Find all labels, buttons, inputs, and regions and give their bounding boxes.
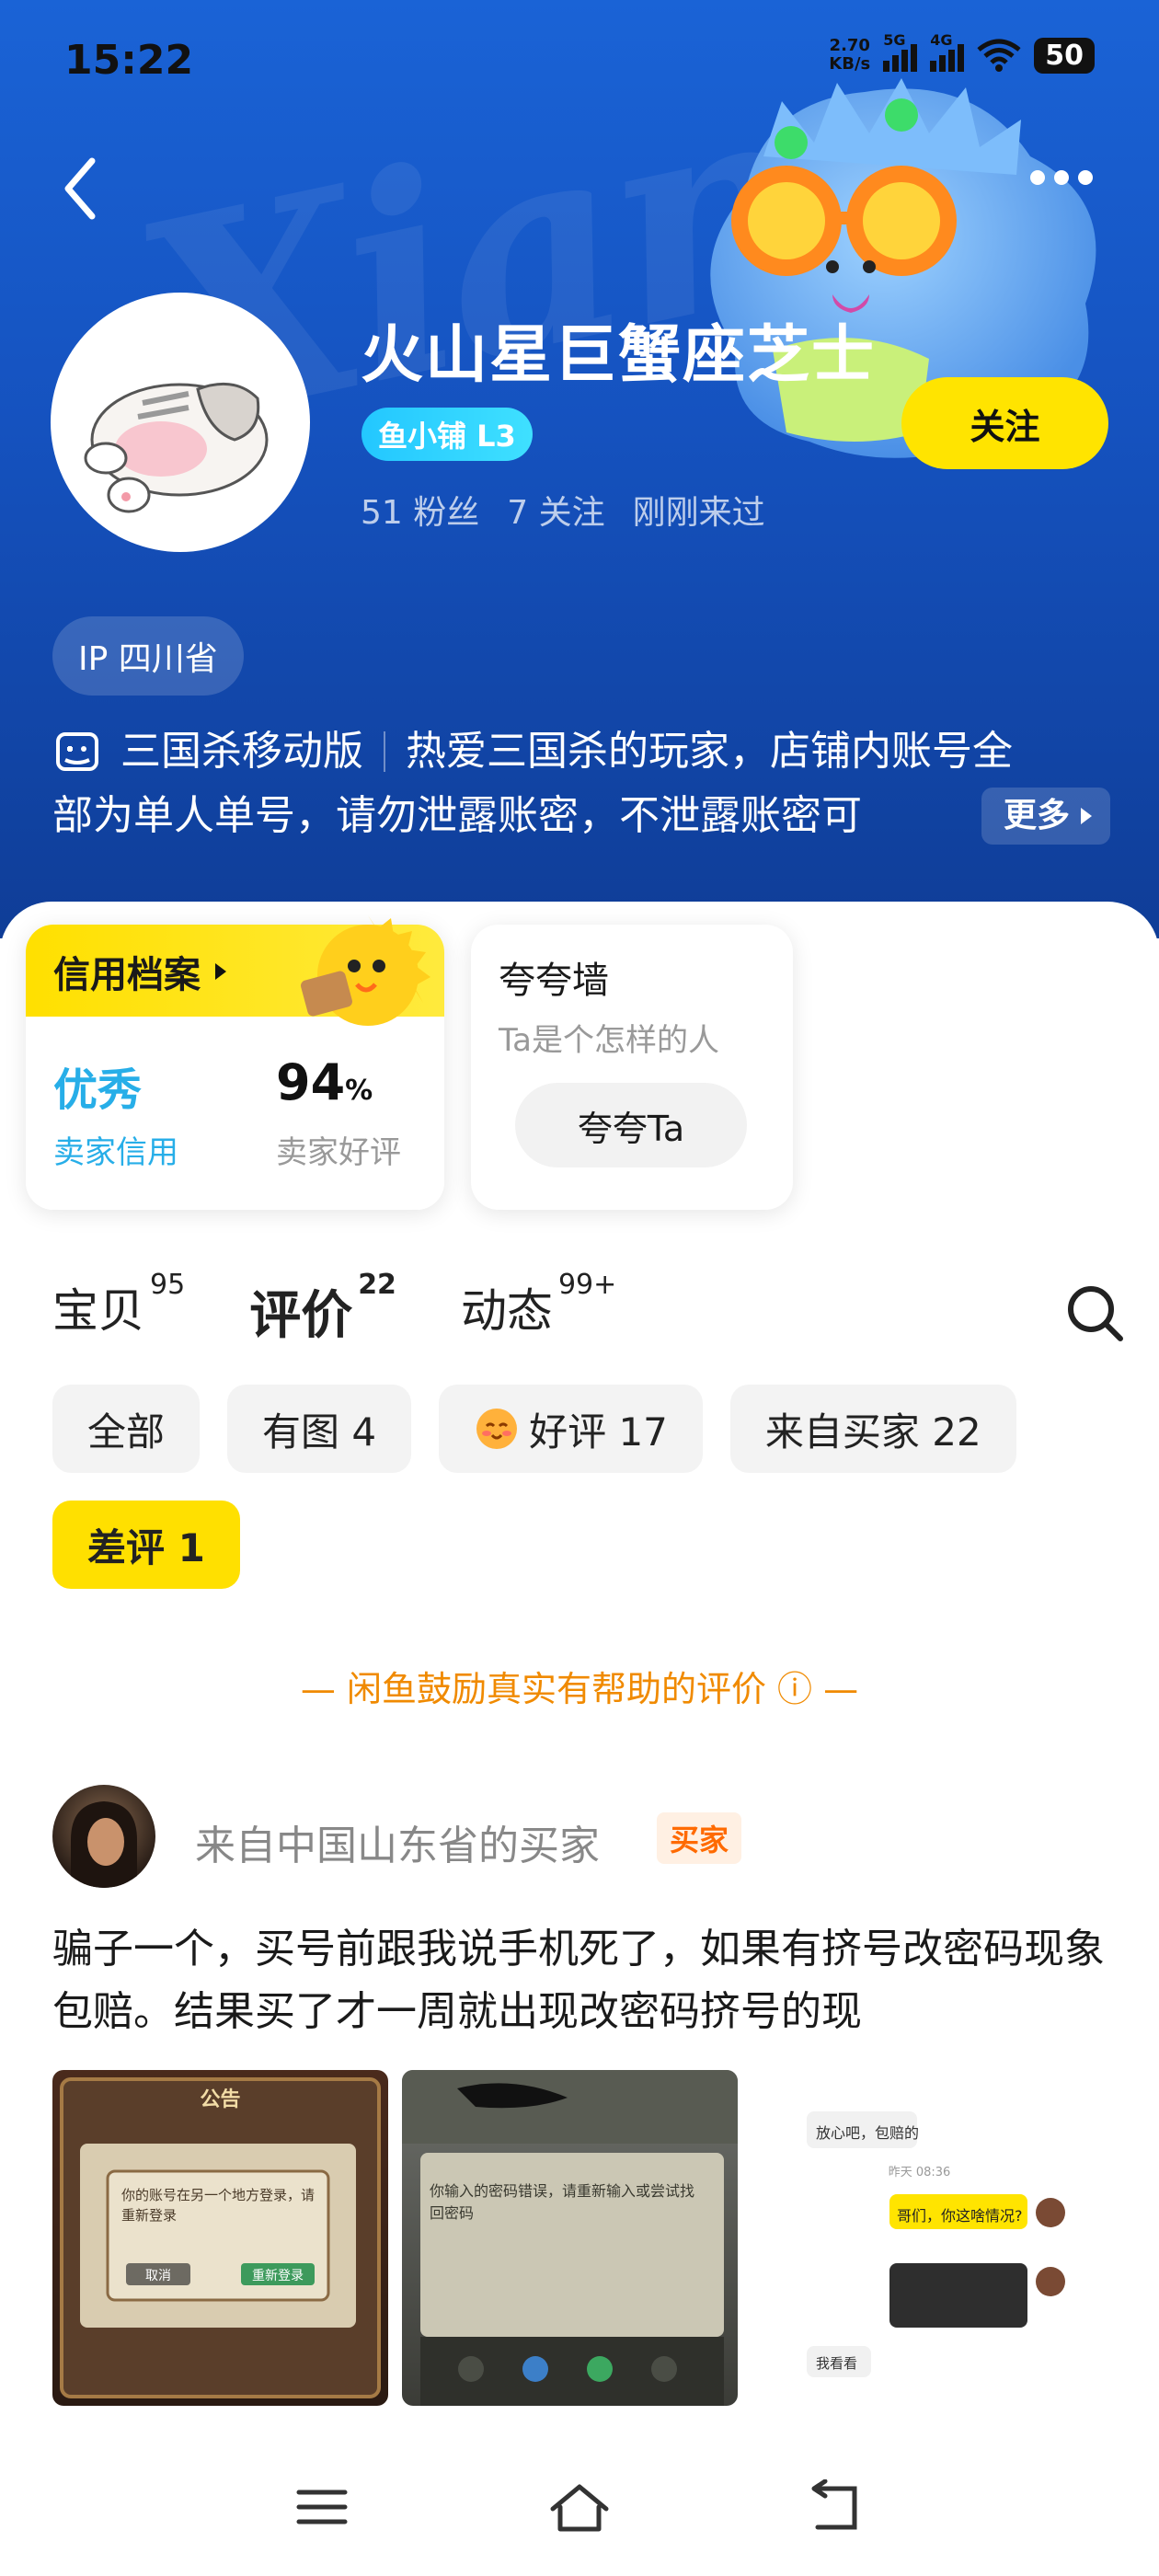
net-speed: 2.70 KB/s — [829, 36, 871, 74]
photo-2-message: 你输入的密码错误，请重新输入或尝试找回密码 — [430, 2182, 695, 2222]
triangle-right-icon — [1081, 808, 1092, 824]
ip-location-chip: IP 四川省 — [52, 616, 244, 696]
status-icons: 2.70 KB/s 5G 4G 50 — [829, 31, 1095, 74]
seller-credit-label: 卖家信用 — [53, 1134, 178, 1171]
last-seen: 刚刚来过 — [632, 494, 765, 532]
praise-title: 夸夸墙 — [499, 960, 609, 1002]
wifi-icon — [977, 39, 1021, 72]
reviewer-avatar[interactable] — [52, 1785, 155, 1888]
profile-tabs: 宝贝 95 评价 22 动态 99+ — [52, 1269, 616, 1349]
status-time: 15:22 — [64, 37, 194, 84]
triangle-right-icon — [215, 963, 226, 980]
battery-indicator: 50 — [1034, 37, 1095, 74]
photo-1-title: 公告 — [200, 2088, 241, 2111]
filter-positive[interactable]: 好评 17 — [439, 1385, 703, 1473]
seller-credit-rating: 优秀 — [53, 1064, 143, 1116]
filter-with-photos[interactable]: 有图 4 — [227, 1385, 412, 1473]
filter-from-buyers[interactable]: 来自买家 22 — [729, 1385, 1016, 1473]
photo-1-message: 你的账号在另一个地方登录，请重新登录 — [121, 2187, 316, 2224]
desc-more-button[interactable]: 更多 — [981, 788, 1110, 845]
cat-avatar-icon — [84, 382, 269, 513]
following-count[interactable]: 7 关注 — [507, 486, 604, 534]
search-icon[interactable] — [1065, 1283, 1124, 1342]
review-notice[interactable]: — 闲鱼鼓励真实有帮助的评价 ⓘ — — [0, 1661, 1159, 1711]
follow-button[interactable]: 关注 — [901, 377, 1108, 469]
buyer-tag: 买家 — [657, 1812, 742, 1864]
desc-category: 三国杀移动版 — [120, 728, 363, 775]
praise-wall-card[interactable]: 夸夸墙 Ta是个怎样的人 夸夸Ta — [471, 925, 793, 1210]
smile-emoji-icon — [476, 1409, 518, 1449]
desc-line-2: 部为单人单号，请勿泄露账密，不泄露账密可 — [52, 792, 862, 839]
home-icon[interactable] — [547, 2479, 612, 2535]
system-nav-bar — [0, 2429, 1159, 2576]
praise-button[interactable]: 夸夸Ta — [515, 1083, 747, 1167]
shop-level-badge[interactable]: 鱼小铺 L3 — [361, 408, 533, 461]
review-filters: 全部 有图 4 好评 17 来自买家 22 差评 1 — [52, 1385, 1110, 1589]
photo-1-confirm: 重新登录 — [252, 2269, 304, 2283]
shop-avatar[interactable] — [51, 293, 310, 552]
signal-4g-icon: 4G — [930, 31, 965, 72]
credit-title: 信用档案 — [53, 945, 228, 998]
chat-message-2: 哥们，你这啥情况? — [897, 2207, 1023, 2225]
chat-message-1: 放心吧，包赔的 — [816, 2124, 920, 2142]
seller-good-rate: 94% — [276, 1053, 373, 1111]
desc-separator — [384, 731, 385, 772]
status-bar: 15:22 2.70 KB/s 5G 4G 50 — [0, 0, 1159, 120]
chat-timestamp: 昨天 08:36 — [888, 2166, 951, 2179]
signal-5g-icon: 5G — [883, 31, 918, 72]
tab-items[interactable]: 宝贝 95 — [52, 1269, 185, 1340]
desc-line-1: 热爱三国杀的玩家，店铺内账号全 — [406, 728, 1013, 775]
review-photos: 公告 你的账号在另一个地方登录，请重新登录 取消 重新登录 你输入的密码错误，请… — [52, 2070, 1159, 2406]
tab-activity[interactable]: 动态 99+ — [461, 1269, 616, 1340]
chat-message-3: 我看看 — [816, 2355, 858, 2372]
shop-description[interactable]: 三国杀移动版 热爱三国杀的玩家，店铺内账号全 部为单人单号，请勿泄露账密，不泄露… — [52, 719, 1110, 848]
shop-stats: 51 粉丝 7 关注 刚刚来过 — [361, 486, 765, 534]
shop-name: 火山星巨蟹座芝士 — [361, 319, 877, 392]
more-options-icon[interactable] — [1030, 170, 1093, 185]
game-controller-icon — [56, 732, 98, 771]
back-nav-icon[interactable] — [805, 2479, 869, 2535]
photo-1-cancel: 取消 — [145, 2269, 171, 2283]
praise-subtitle: Ta是个怎样的人 — [499, 1022, 719, 1059]
fans-count[interactable]: 51 粉丝 — [361, 486, 479, 534]
seller-good-rate-label: 卖家好评 — [276, 1134, 401, 1171]
review-photo-3[interactable]: 放心吧，包赔的 昨天 08:36 哥们，你这啥情况? 我看看 — [752, 2070, 1087, 2406]
review-photo-1[interactable]: 公告 你的账号在另一个地方登录，请重新登录 取消 重新登录 — [52, 2070, 388, 2406]
tab-reviews[interactable]: 评价 22 — [249, 1269, 396, 1349]
filter-negative[interactable]: 差评 1 — [52, 1501, 240, 1589]
review-text[interactable]: 骗子一个，买号前跟我说手机死了，如果有挤号改密码现象包赔。结果买了才一周就出现改… — [52, 1918, 1110, 2043]
back-arrow-icon[interactable] — [55, 152, 110, 225]
filter-all[interactable]: 全部 — [52, 1385, 201, 1473]
credit-card-body: 优秀 卖家信用 94% 卖家好评 — [26, 1017, 444, 1210]
review-photo-2[interactable]: 你输入的密码错误，请重新输入或尝试找回密码 — [402, 2070, 738, 2406]
sun-mascot-icon — [301, 915, 430, 1026]
shop-header: Xiany 15:22 2.70 KB/s 5G 4G 50 火山星巨蟹座芝士 … — [0, 0, 1159, 938]
menu-icon[interactable] — [290, 2479, 354, 2535]
reviewer-name: 来自中国山东省的买家 — [195, 1823, 600, 1869]
